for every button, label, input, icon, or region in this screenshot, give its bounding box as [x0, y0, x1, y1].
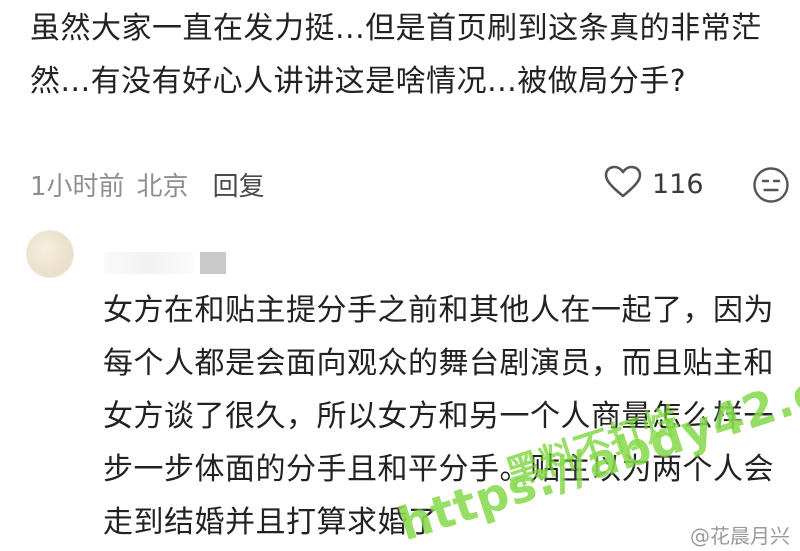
comment-time: 1小时前: [30, 171, 125, 202]
main-comment: 虽然大家一直在发力挺...但是首页刷到这条真的非常茫然...有没有好心人讲讲这是…: [30, 0, 770, 108]
main-comment-text: 虽然大家一直在发力挺...但是首页刷到这条真的非常茫然...有没有好心人讲讲这是…: [30, 11, 762, 99]
like-button[interactable]: 116: [604, 158, 704, 210]
username-redacted-block: [200, 252, 226, 274]
comment-location: 北京: [136, 171, 189, 202]
weibo-watermark: @花晨月兴: [690, 520, 790, 549]
weibo-handle: @花晨月兴: [690, 524, 790, 548]
username-redacted: [104, 252, 194, 274]
reply-comment-text: 女方在和贴主提分手之前和其他人在一起了，因为每个人都是会面向观众的舞台剧演员，而…: [103, 293, 774, 540]
avatar[interactable]: [26, 230, 74, 278]
main-comment-meta: 1小时前 北京 回复 116: [30, 158, 789, 210]
reply-comment: 女方在和贴主提分手之前和其他人在一起了，因为每个人都是会面向观众的舞台剧演员，而…: [0, 220, 800, 550]
emoji-face-icon[interactable]: [752, 166, 790, 204]
reply-button[interactable]: 回复: [213, 166, 265, 203]
like-count: 116: [652, 168, 704, 200]
heart-outline-icon: [604, 165, 642, 203]
